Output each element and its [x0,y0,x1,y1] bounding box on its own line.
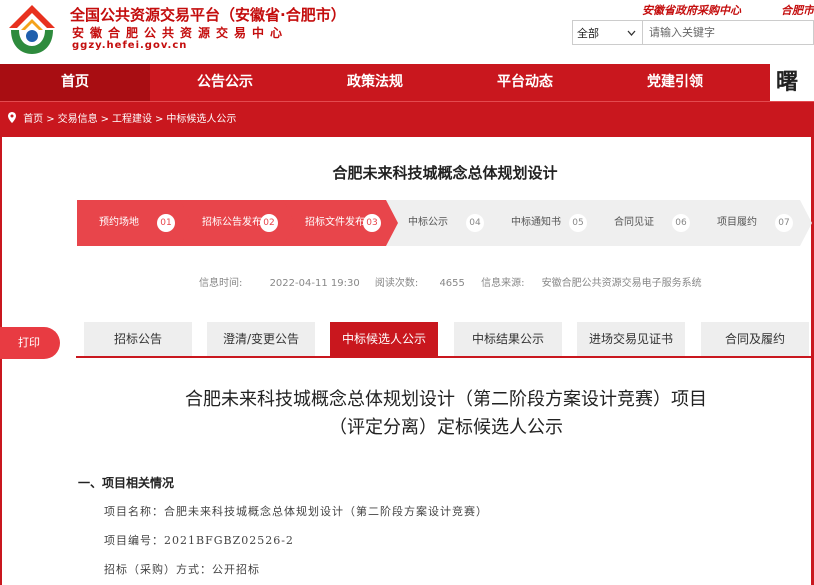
nav-item-platform-news[interactable]: 平台动态 [450,64,600,101]
breadcrumb-construction[interactable]: 工程建设 [112,114,152,125]
step-label: 合同见证 [614,217,654,228]
chevron-down-icon [627,30,636,36]
step-label: 招标公告发布 [202,217,262,228]
site-subtitle: 安徽合肥公共资源交易中心 [72,26,289,40]
top-link-hefei[interactable]: 合肥市 [781,4,814,17]
step-label: 项目履约 [717,217,757,228]
nav-item-announcements[interactable]: 公告公示 [150,64,300,101]
tab-witness-certificate[interactable]: 进场交易见证书 [577,322,685,356]
page-title: 合肥未来科技城概念总体规划设计 [332,164,558,182]
search-scope-select[interactable]: 全部 [573,21,643,44]
step-label: 中标公示 [408,217,448,228]
step-number: 01 [157,214,175,232]
site-header: 全国公共资源交易平台（安徽省·合肥市） 安徽合肥公共资源交易中心 ggzy.he… [0,0,814,64]
site-url: ggzy.hefei.gov.cn [72,40,188,51]
info-source-value: 安徽合肥公共资源交易电子服务系统 [541,278,702,289]
nav-banner-deco: 曙 [770,64,814,101]
step-number: 04 [466,214,484,232]
breadcrumb-current: 中标候选人公示 [166,114,237,125]
announcement-title-line1: 合肥未来科技城概念总体规划设计（第二阶段方案设计竞赛）项目 [185,389,707,410]
step-7: 项目履约 07 [695,200,812,246]
step-number: 06 [672,214,690,232]
step-number: 07 [775,214,793,232]
step-label: 预约场地 [99,217,139,228]
field-project-number: 项目编号：2021BFGBZ02526-2 [104,534,294,547]
info-row: 信息时间: 2022-04-11 19:30 阅读次数: 4655 信息来源: … [199,274,702,289]
breadcrumb-sep: > [154,114,164,125]
breadcrumb-trade-info[interactable]: 交易信息 [58,114,98,125]
announcement-title: 合肥未来科技城概念总体规划设计（第二阶段方案设计竞赛）项目 （评定分离）定标候选… [116,386,776,442]
step-number: 02 [260,214,278,232]
nav-item-policy[interactable]: 政策法规 [300,64,450,101]
field-procurement-method: 招标（采购）方式：公开招标 [104,563,260,576]
step-4: 中标公示 04 [386,200,503,246]
info-time-label: 信息时间: [199,278,243,289]
step-5: 中标通知书 05 [489,200,606,246]
tab-candidate-notice[interactable]: 中标候选人公示 [330,322,438,356]
tab-contract[interactable]: 合同及履约 [701,322,809,356]
main-nav: 首页 公告公示 政策法规 平台动态 党建引领 曙 [0,64,814,101]
site-logo-icon[interactable] [5,2,59,56]
step-label: 中标通知书 [511,217,561,228]
step-number: 03 [363,214,381,232]
nav-item-party-building[interactable]: 党建引领 [600,64,750,101]
site-title: 全国公共资源交易平台（安徽省·合肥市） [70,6,346,24]
breadcrumb-sep: > [100,114,109,125]
breadcrumb-sep: > [46,114,55,125]
info-views-label: 阅读次数: [374,278,419,289]
step-3: 招标文件发布 03 [283,200,400,246]
search-bar: 全部 [572,20,814,45]
location-pin-icon [8,112,16,123]
left-border-strip [0,137,2,585]
step-2: 招标公告发布 02 [180,200,297,246]
step-6: 合同见证 06 [592,200,709,246]
step-number: 05 [569,214,587,232]
search-scope-value: 全部 [577,26,599,40]
tab-result-notice[interactable]: 中标结果公示 [454,322,562,356]
top-links: 安徽省政府采购中心 合肥市 [602,2,814,18]
announcement-title-line2: （评定分离）定标候选人公示 [329,417,563,438]
print-button[interactable]: 打印 [0,327,60,359]
nav-item-home[interactable]: 首页 [0,64,150,101]
breadcrumb-home[interactable]: 首页 [23,114,43,125]
top-link-procurement[interactable]: 安徽省政府采购中心 [642,4,741,17]
info-views-value: 4655 [439,278,465,289]
field-project-name: 项目名称：合肥未来科技城概念总体规划设计（第二阶段方案设计竞赛） [104,505,488,518]
search-input[interactable] [643,21,813,44]
tab-tender-notice[interactable]: 招标公告 [84,322,192,356]
info-source-label: 信息来源: [481,278,525,289]
step-1: 预约场地 01 [77,200,194,246]
tab-clarification[interactable]: 澄清/变更公告 [207,322,315,356]
breadcrumb: 首页 > 交易信息 > 工程建设 > 中标候选人公示 [0,101,814,137]
section-heading: 一、项目相关情况 [78,476,175,490]
step-label: 招标文件发布 [305,217,365,228]
tab-underline [76,356,811,358]
info-time-value: 2022-04-11 19:30 [269,278,360,289]
